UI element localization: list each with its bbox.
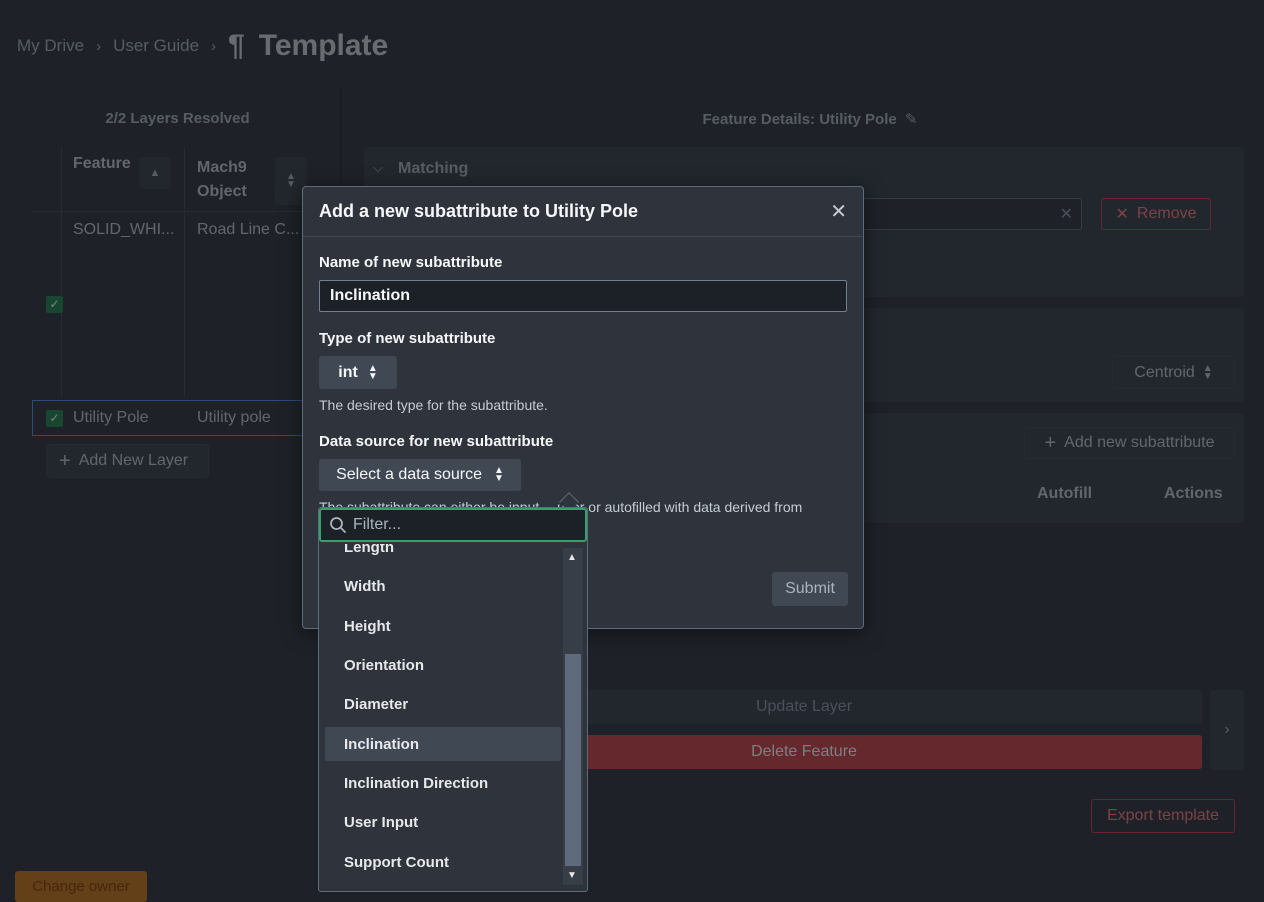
dialog-title: Add a new subattribute to Utility Pole — [319, 201, 639, 221]
chevron-right-icon: › — [211, 37, 217, 55]
row-checkbox[interactable]: ✓ — [46, 296, 63, 313]
pencil-icon[interactable]: ✎ — [905, 111, 918, 128]
option-inclination-direction[interactable]: Inclination Direction — [325, 766, 561, 800]
column-divider — [61, 147, 62, 397]
header-divider — [32, 211, 332, 212]
row-feature-cell[interactable]: SOLID_WHI... — [73, 221, 174, 239]
match-input[interactable]: ✕ — [850, 198, 1082, 230]
type-value: int — [338, 363, 358, 381]
search-icon — [330, 517, 346, 533]
submit-button[interactable]: Submit — [772, 572, 848, 606]
scroll-down-icon[interactable]: ▼ — [567, 870, 577, 881]
breadcrumb-my-drive[interactable]: My Drive — [17, 36, 84, 56]
sort-both-icon: ▲ ▼ — [367, 362, 378, 382]
scroll-thumb[interactable] — [565, 654, 581, 866]
type-label: Type of new subattribute — [319, 330, 496, 347]
option-support-count[interactable]: Support Count — [325, 845, 561, 879]
table-row-selected[interactable]: ✓ Utility Pole Utility pole — [32, 400, 312, 436]
option-user-input[interactable]: User Input — [325, 805, 561, 839]
chevron-down-icon[interactable]: ⌵ — [373, 160, 383, 176]
source-value: Select a data source — [336, 466, 482, 483]
option-inclination[interactable]: Inclination — [325, 727, 561, 761]
plus-icon: + — [1044, 431, 1057, 454]
filter-input[interactable] — [353, 516, 573, 534]
scroll-up-icon[interactable]: ▲ — [567, 552, 577, 563]
name-input[interactable] — [319, 280, 847, 312]
add-new-subattribute-button[interactable]: + Add new subattribute — [1024, 427, 1235, 459]
option-height[interactable]: Height — [325, 609, 561, 643]
option-list: Length Width Height Orientation Diameter… — [325, 544, 561, 889]
row-object-cell[interactable]: Utility pole — [197, 409, 271, 427]
column-header-mach9-object: Mach9 Object — [197, 156, 247, 204]
chevron-right-icon: › — [96, 37, 102, 55]
close-icon: ✕ — [1115, 206, 1129, 223]
source-helper-right: user or autofilled with data derived fro… — [557, 499, 803, 515]
sort-both-icon: ▲ ▼ — [1202, 362, 1213, 382]
column-header-line: Mach9 — [197, 159, 247, 176]
centroid-select[interactable]: Centroid ▲ ▼ — [1112, 356, 1235, 389]
add-subattribute-label: Add new subattribute — [1064, 434, 1215, 451]
breadcrumb-user-guide[interactable]: User Guide — [113, 36, 199, 56]
export-template-button[interactable]: Export template — [1091, 799, 1235, 833]
add-new-layer-button[interactable]: + Add New Layer — [46, 444, 209, 478]
remove-label: Remove — [1136, 205, 1197, 222]
centroid-label: Centroid — [1134, 363, 1195, 381]
option-orientation[interactable]: Orientation — [325, 648, 561, 682]
scrollbar[interactable]: ▲ ▼ — [563, 548, 583, 885]
clear-icon[interactable]: ✕ — [1060, 204, 1073, 224]
chevron-right-icon[interactable]: › — [1210, 690, 1244, 770]
option-diameter[interactable]: Diameter — [325, 687, 561, 721]
column-header-autofill: Autofill — [1037, 485, 1093, 502]
filter-box[interactable] — [319, 508, 587, 542]
option-width[interactable]: Width — [325, 569, 561, 603]
layers-resolved-status: 2/2 Layers Resolved — [105, 110, 250, 127]
name-label: Name of new subattribute — [319, 254, 503, 271]
source-label: Data source for new subattribute — [319, 433, 554, 450]
layer-table: Feature ▲ Mach9 Object ▲ ▼ SOLID_WHI... R… — [32, 147, 332, 487]
column-header-actions: Actions — [1164, 485, 1223, 502]
breadcrumb: My Drive › User Guide › ¶ Template — [17, 28, 388, 64]
data-source-select[interactable]: Select a data source ▲ ▼ — [319, 459, 521, 491]
data-source-dropdown: Length Width Height Orientation Diameter… — [318, 507, 588, 892]
page-title: Template — [258, 29, 389, 62]
column-divider — [184, 147, 185, 397]
dialog-header: Add a new subattribute to Utility Pole ✕ — [303, 187, 863, 237]
sort-both-icon: ▲ ▼ — [493, 465, 504, 484]
feature-details-title: Feature Details: Utility Pole ✎ — [640, 110, 980, 128]
remove-button[interactable]: ✕ Remove — [1101, 198, 1211, 230]
sort-ascending-icon[interactable]: ▲ — [139, 157, 171, 189]
add-layer-label: Add New Layer — [78, 452, 189, 469]
change-owner-button[interactable]: Change owner — [15, 871, 147, 902]
row-feature-cell[interactable]: Utility Pole — [73, 409, 149, 427]
close-icon[interactable]: ✕ — [830, 199, 847, 224]
plus-icon: + — [59, 449, 71, 472]
feature-details-text: Feature Details: Utility Pole — [702, 111, 897, 128]
row-object-cell[interactable]: Road Line C... — [197, 221, 299, 239]
paragraph-icon: ¶ — [228, 29, 245, 62]
row-checkbox[interactable]: ✓ — [46, 410, 63, 427]
column-header-line: Object — [197, 183, 247, 200]
type-helper-text: The desired type for the subattribute. — [319, 397, 548, 413]
column-header-feature: Feature — [73, 155, 131, 172]
type-select[interactable]: int ▲ ▼ — [319, 356, 397, 389]
option-length[interactable]: Length — [325, 544, 561, 564]
matching-label[interactable]: Matching — [398, 160, 468, 178]
